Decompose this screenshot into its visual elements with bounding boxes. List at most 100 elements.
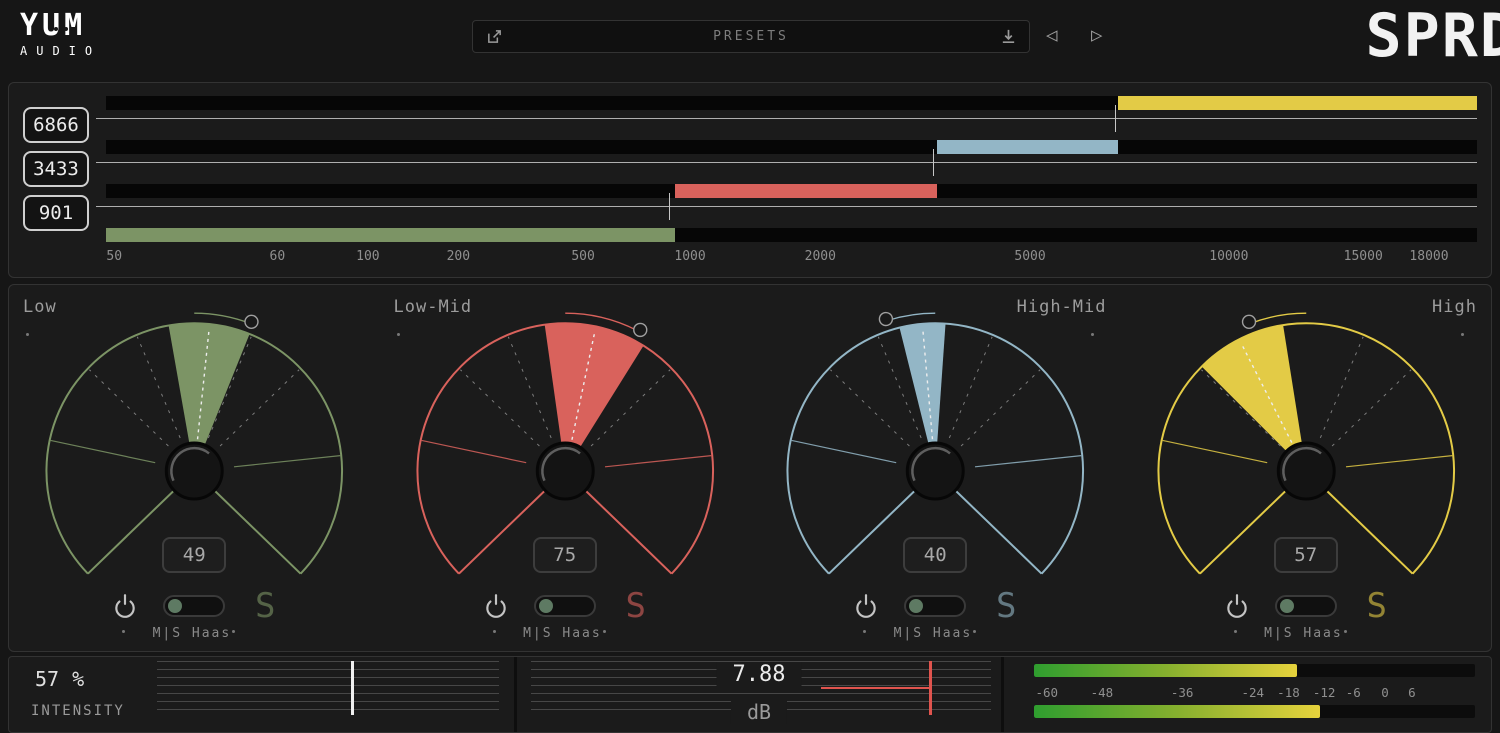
yum-audio-logo: YUM AUDIO <box>20 11 101 58</box>
power-icon <box>854 593 878 619</box>
intensity-unit: % <box>72 667 84 691</box>
freq-tick-label: 500 <box>571 249 594 264</box>
preset-browser[interactable]: PRESETS <box>472 20 1030 53</box>
previous-preset-button[interactable]: ◁ <box>1046 24 1057 46</box>
power-icon <box>113 593 137 619</box>
solo-indicator-dot <box>603 630 606 633</box>
power-button[interactable] <box>1225 593 1249 619</box>
header-bar: YUM AUDIO PRESETS ◁ ▷ SPRD <box>0 0 1500 80</box>
save-preset-button[interactable] <box>485 28 503 46</box>
freq-tick-label: 200 <box>447 249 470 264</box>
db-handle[interactable] <box>929 661 932 715</box>
freq-tick-label: 1000 <box>674 249 705 264</box>
next-preset-button[interactable]: ▷ <box>1091 24 1102 46</box>
crossover-line <box>96 118 1477 119</box>
meter-scale-label: 6 <box>1408 685 1416 700</box>
power-button[interactable] <box>113 593 137 619</box>
meter-scale-label: -18 <box>1277 685 1300 700</box>
meter-scale: -60-48-36-24-18-12-606 <box>1034 685 1475 700</box>
stereo-meter: -60-48-36-24-18-12-606 <box>1034 657 1475 732</box>
band-range-low[interactable] <box>106 228 675 242</box>
sprd-logo: SPRD <box>1366 0 1500 74</box>
download-icon <box>1000 28 1017 45</box>
crossover-panel: 6866 3433 901 50601002005001000200050001… <box>8 82 1492 278</box>
plugin-window: YUM AUDIO PRESETS ◁ ▷ SPRD 6866 <box>0 0 1500 733</box>
power-button[interactable] <box>484 593 508 619</box>
solo-indicator-dot <box>1344 630 1347 633</box>
band-range-high[interactable] <box>1118 96 1477 110</box>
band-module-high: High 57 S M|S Haas <box>1121 285 1492 651</box>
freq-tick-label: 60 <box>270 249 286 264</box>
spread-dials-panel: Low 49 S M|S Haas Low-Mid <box>8 284 1492 652</box>
toggle-label: M|S Haas <box>523 626 602 641</box>
spread-dial[interactable] <box>750 303 1121 637</box>
band-track-high[interactable] <box>106 96 1477 110</box>
intensity-value: 57 % <box>35 667 84 691</box>
band-range-low-mid[interactable] <box>675 184 937 198</box>
power-button[interactable] <box>854 593 878 619</box>
db-unit-label: dB <box>731 700 787 724</box>
meter-left-channel <box>1034 664 1475 677</box>
intensity-section: 57 % INTENSITY <box>9 657 514 732</box>
band-track-low[interactable] <box>106 228 1477 242</box>
db-value[interactable]: 7.88 <box>717 662 802 687</box>
spread-value-field[interactable]: 40 <box>903 537 967 573</box>
spread-dial[interactable] <box>380 303 751 637</box>
spectrum-track: 5060100200500100020005000100001500018000 <box>106 83 1477 277</box>
meter-scale-label: -6 <box>1346 685 1361 700</box>
preset-name-label[interactable]: PRESETS <box>503 29 999 44</box>
crossover-line <box>96 206 1477 207</box>
meter-right-channel <box>1034 705 1475 718</box>
intensity-number: 57 <box>35 667 59 691</box>
crossover-handle[interactable] <box>933 149 934 176</box>
spread-dial[interactable] <box>1121 303 1492 637</box>
crossover-freq-field[interactable]: 901 <box>23 195 89 231</box>
toggle-label: M|S Haas <box>894 626 973 641</box>
load-preset-button[interactable] <box>999 28 1017 46</box>
db-range-fill <box>821 687 929 689</box>
intensity-slider[interactable] <box>157 661 499 715</box>
crossover-freq-field[interactable]: 6866 <box>23 107 89 143</box>
spread-value-field[interactable]: 57 <box>1274 537 1338 573</box>
ms-haas-toggle[interactable] <box>534 595 596 617</box>
meter-scale-label: -12 <box>1313 685 1336 700</box>
solo-button[interactable]: S <box>255 591 275 621</box>
crossover-freq-field[interactable]: 3433 <box>23 151 89 187</box>
crossover-handle[interactable] <box>1115 105 1116 132</box>
meter-right-fill <box>1034 705 1320 718</box>
band-module-low-mid: Low-Mid 75 S M|S Haas <box>380 285 751 651</box>
crossover-handle[interactable] <box>669 193 670 220</box>
band-module-high-mid: High-Mid 40 S M|S Haas <box>750 285 1121 651</box>
intensity-label: INTENSITY <box>31 703 125 719</box>
power-indicator-dot <box>493 630 496 633</box>
spread-dial[interactable] <box>9 303 380 637</box>
spread-value-field[interactable]: 49 <box>162 537 226 573</box>
intensity-handle[interactable] <box>351 661 354 715</box>
logo-u-dots <box>54 27 68 31</box>
meter-scale-label: -36 <box>1171 685 1194 700</box>
toggle-knob <box>539 599 553 613</box>
solo-button[interactable]: S <box>1367 591 1387 621</box>
freq-tick-label: 100 <box>356 249 379 264</box>
band-range-high-mid[interactable] <box>937 140 1118 154</box>
footer-bar: 57 % INTENSITY 7.88 dB -60-48-36-24-18-1… <box>8 656 1492 733</box>
meter-left-fill <box>1034 664 1297 677</box>
meter-scale-label: -24 <box>1241 685 1264 700</box>
spread-value-field[interactable]: 75 <box>533 537 597 573</box>
solo-button[interactable]: S <box>996 591 1016 621</box>
band-track-low-mid[interactable] <box>106 184 1477 198</box>
meter-scale-label: 0 <box>1381 685 1389 700</box>
toggle-label: M|S Haas <box>153 626 232 641</box>
band-module-low: Low 49 S M|S Haas <box>9 285 380 651</box>
solo-button[interactable]: S <box>626 591 646 621</box>
freq-tick-label: 5000 <box>1014 249 1045 264</box>
width-db-section: 7.88 dB <box>514 657 1001 732</box>
band-track-high-mid[interactable] <box>106 140 1477 154</box>
ms-haas-toggle[interactable] <box>163 595 225 617</box>
toggle-knob <box>1280 599 1294 613</box>
output-meter-section: -60-48-36-24-18-12-606 <box>1001 657 1491 732</box>
logo-text-yum: YUM <box>20 11 101 41</box>
ms-haas-toggle[interactable] <box>1275 595 1337 617</box>
freq-tick-label: 50 <box>106 249 122 264</box>
ms-haas-toggle[interactable] <box>904 595 966 617</box>
